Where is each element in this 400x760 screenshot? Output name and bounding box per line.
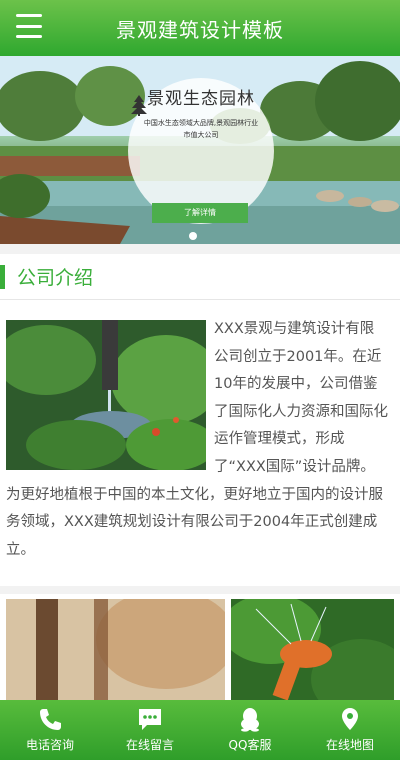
section-divider (0, 244, 400, 254)
footer-map-label: 在线地图 (325, 738, 374, 752)
section-title: 公司介绍 (17, 267, 94, 289)
message-icon (139, 709, 161, 730)
heading-accent-bar (0, 264, 5, 289)
qq-icon (241, 708, 259, 732)
company-intro: XXX景观与建筑设计有限公司创立于2001年。在近10年的发展中，公司借鉴了国际… (0, 300, 400, 584)
banner-details-button[interactable]: 了解详情 (152, 203, 248, 223)
page-title: 景观建筑设计模板 (116, 17, 284, 42)
pine-tree-icon (131, 95, 147, 116)
phone-icon (40, 709, 61, 730)
intro-paragraph: XXX景观与建筑设计有限公司创立于2001年。在近10年的发展中，公司借鉴了国际… (6, 316, 388, 564)
banner-title: 景观生态园林 (147, 89, 255, 109)
map-pin-icon (342, 708, 358, 730)
image-gallery (0, 594, 400, 704)
footer-phone-label: 电话咨询 (25, 738, 74, 752)
carousel-dot-active[interactable] (189, 232, 197, 240)
footer-qq-label: QQ客服 (228, 738, 272, 752)
bottom-nav: 电话咨询 在线留言 QQ客服 在线地图 (0, 700, 400, 760)
hero-banner[interactable]: 景观生态园林 中国水生态领域大品牌,景观园林行业市值大公司 了解详情 (0, 56, 400, 244)
gallery-image-2[interactable] (231, 599, 394, 704)
footer-message-button[interactable]: 在线留言 (100, 700, 200, 760)
section-divider-2 (0, 586, 400, 594)
footer-qq-button[interactable]: QQ客服 (200, 700, 300, 760)
footer-message-label: 在线留言 (125, 738, 174, 752)
section-heading-company: 公司介绍 (0, 254, 400, 300)
gallery-image-1[interactable] (6, 599, 225, 704)
footer-phone-button[interactable]: 电话咨询 (0, 700, 100, 760)
hamburger-menu-icon[interactable] (16, 14, 42, 38)
banner-subtitle: 中国水生态领域大品牌,景观园林行业市值大公司 (143, 119, 259, 139)
top-header: 景观建筑设计模板 (0, 0, 400, 56)
footer-map-button[interactable]: 在线地图 (300, 700, 400, 760)
